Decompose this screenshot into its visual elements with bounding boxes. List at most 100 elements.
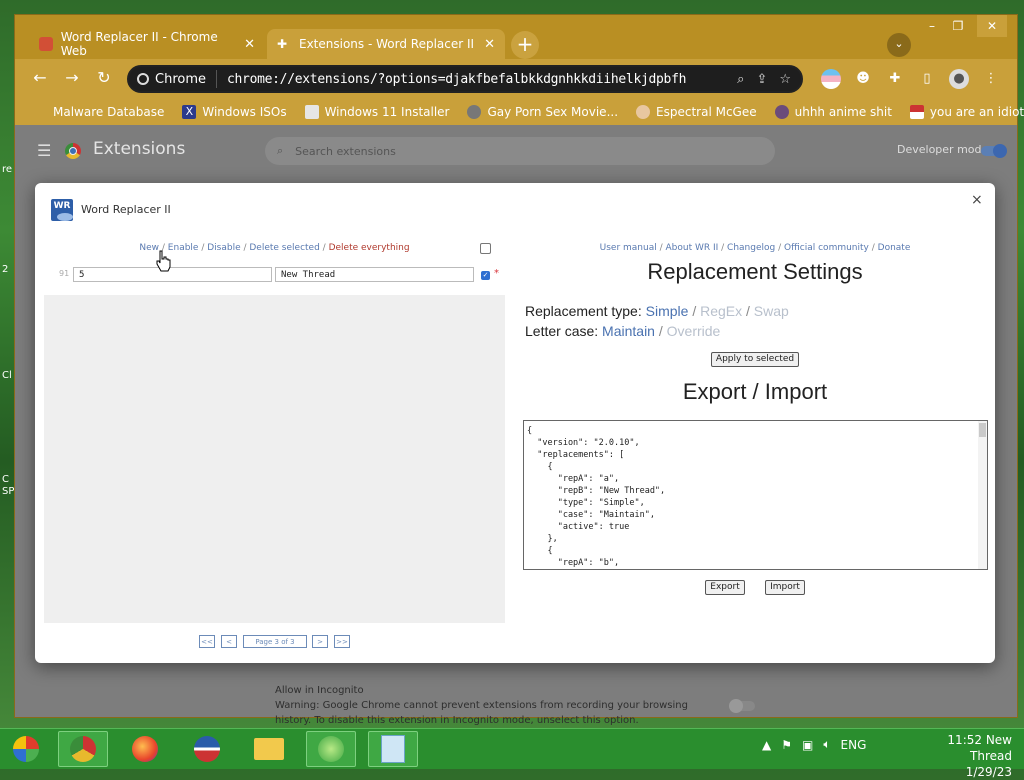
rep-b-input[interactable]: New Thread: [275, 267, 474, 282]
last-page-button[interactable]: >>: [334, 635, 350, 648]
tab-extensions[interactable]: ✚ Extensions - Word Replacer II ✕: [267, 29, 505, 59]
taskbar-chrome[interactable]: [58, 731, 108, 767]
replacements-pane: New / Enable / Disable / Delete selected…: [44, 233, 505, 663]
textarea-scrollbar[interactable]: [978, 421, 987, 569]
export-json-textarea[interactable]: { "version": "2.0.10", "replacements": […: [523, 420, 988, 570]
separator: /: [658, 323, 663, 339]
desktop-icon-label[interactable]: re: [2, 164, 12, 175]
profile-flag-icon[interactable]: [821, 69, 841, 89]
type-swap-option[interactable]: Swap: [754, 303, 789, 319]
language-indicator[interactable]: ENG: [841, 738, 867, 752]
flag-icon[interactable]: ⚑: [781, 738, 792, 752]
changelog-link[interactable]: Changelog: [727, 243, 775, 253]
community-link[interactable]: Official community: [784, 243, 869, 253]
case-override-option[interactable]: Override: [667, 323, 721, 339]
delete-selected-link[interactable]: Delete selected: [249, 243, 319, 253]
row-checkbox[interactable]: ✓: [481, 271, 490, 280]
bookmark-item[interactable]: X Windows ISOs: [182, 105, 287, 119]
separator: /: [775, 243, 784, 253]
import-button[interactable]: Import: [765, 580, 805, 595]
row-number: 91: [59, 269, 70, 278]
type-simple-option[interactable]: Simple: [646, 303, 689, 319]
share-icon[interactable]: ⇪: [756, 72, 767, 87]
minimize-button[interactable]: –: [919, 15, 945, 37]
close-dialog-button[interactable]: ×: [971, 192, 983, 208]
desktop-icon-label[interactable]: C: [2, 474, 9, 485]
user-manual-link[interactable]: User manual: [600, 243, 657, 253]
taskbar-ie[interactable]: [182, 731, 232, 767]
apply-to-selected-button[interactable]: Apply to selected: [711, 352, 799, 367]
network-icon[interactable]: ▣: [802, 738, 813, 752]
taskbar-app[interactable]: [306, 731, 356, 767]
export-import-heading: Export / Import: [682, 379, 828, 404]
chrome-logo-icon: [65, 143, 81, 159]
bookmark-item[interactable]: uhhh anime shit: [774, 105, 892, 119]
bookmark-item[interactable]: Espectral McGee: [636, 105, 757, 119]
pagination: << < Page 3 of 3 > >>: [44, 623, 505, 663]
donate-link[interactable]: Donate: [878, 243, 911, 253]
bookmark-item[interactable]: you are an idiot!: [909, 105, 1024, 119]
json-content: { "version": "2.0.10", "replacements": […: [527, 426, 666, 568]
delete-everything-link[interactable]: Delete everything: [329, 243, 410, 253]
desktop-icon-label[interactable]: SP: [2, 486, 14, 497]
firefox-icon: [132, 736, 158, 762]
show-hidden-icons[interactable]: ▲: [762, 738, 771, 752]
address-bar[interactable]: Chrome chrome://extensions/?options=djak…: [127, 65, 803, 93]
close-tab-icon[interactable]: ✕: [484, 37, 495, 52]
flag-icon: [909, 105, 924, 119]
desktop-icon-label[interactable]: Cl: [2, 370, 12, 381]
extension-avatar-icon[interactable]: ☻: [853, 69, 873, 89]
app-icon: [318, 736, 344, 762]
taskbar-notepad[interactable]: [368, 731, 418, 767]
side-panel-icon[interactable]: ▯: [917, 69, 937, 89]
prev-page-button[interactable]: <: [221, 635, 237, 648]
kebab-menu-icon[interactable]: ⋮: [981, 69, 1001, 89]
avatar-icon: [636, 105, 651, 119]
export-button[interactable]: Export: [705, 580, 745, 595]
chrome-icon: [137, 73, 149, 85]
developer-mode-toggle[interactable]: [981, 144, 1007, 158]
type-regex-option[interactable]: RegEx: [700, 303, 742, 319]
start-button[interactable]: [4, 731, 48, 767]
taskbar-firefox[interactable]: [120, 731, 170, 767]
disable-link[interactable]: Disable: [207, 243, 240, 253]
about-link[interactable]: About WR II: [665, 243, 718, 253]
incognito-warning: Warning: Google Chrome cannot prevent ex…: [275, 700, 688, 726]
close-tab-icon[interactable]: ✕: [244, 37, 255, 52]
desktop-icon-label[interactable]: 2: [2, 264, 8, 275]
close-window-button[interactable]: ✕: [977, 15, 1007, 37]
back-icon[interactable]: ←: [29, 67, 51, 89]
letter-case-row: Letter case: Maintain / Override: [525, 323, 720, 339]
bookmark-item[interactable]: Gay Porn Sex Movie...: [467, 105, 618, 119]
maximize-button[interactable]: ❐: [945, 15, 971, 37]
start-orb-icon: [13, 736, 39, 762]
volume-icon[interactable]: 🔈︎: [823, 737, 830, 752]
bookmark-item[interactable]: Malware Database: [33, 105, 164, 119]
site-chip[interactable]: Chrome: [129, 70, 217, 88]
extensions-header: ☰ Extensions ⌕ Search extensions Develop…: [15, 125, 1017, 177]
profile-icon[interactable]: ●: [949, 69, 969, 89]
case-maintain-option[interactable]: Maintain: [602, 323, 655, 339]
bookmark-item[interactable]: Windows 11 Installer: [304, 105, 449, 119]
bookmark-star-icon[interactable]: ☆: [779, 72, 791, 87]
reload-icon[interactable]: ↻: [93, 67, 115, 89]
zoom-icon[interactable]: ⌕: [737, 72, 744, 87]
incognito-toggle[interactable]: [729, 699, 755, 713]
hamburger-menu-icon[interactable]: ☰: [37, 141, 51, 160]
tab-search-icon[interactable]: ⌄: [887, 33, 911, 57]
dialog-title: Word Replacer II: [81, 203, 171, 216]
new-tab-button[interactable]: +: [511, 31, 539, 59]
clock[interactable]: 11:52 New Thread 1/29/23: [902, 732, 1012, 780]
select-all-checkbox[interactable]: [480, 243, 491, 254]
internet-explorer-icon: [194, 736, 220, 762]
folder-icon: [254, 738, 284, 760]
search-extensions-input[interactable]: ⌕ Search extensions: [265, 137, 775, 165]
tab-word-replacer-store[interactable]: Word Replacer II - Chrome Web ✕: [29, 29, 265, 59]
next-page-button[interactable]: >: [312, 635, 328, 648]
first-page-button[interactable]: <<: [199, 635, 215, 648]
extensions-puzzle-icon[interactable]: ✚: [885, 69, 905, 89]
taskbar-explorer[interactable]: [244, 731, 294, 767]
forward-icon[interactable]: →: [61, 67, 83, 89]
bookmark-label: Espectral McGee: [656, 105, 757, 119]
url-text[interactable]: chrome://extensions/?options=djakfbefalb…: [217, 72, 686, 87]
